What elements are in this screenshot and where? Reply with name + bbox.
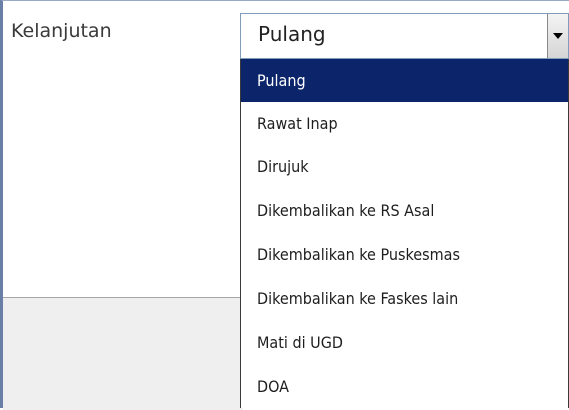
kelanjutan-label: Kelanjutan (11, 20, 112, 42)
option-dirujuk[interactable]: Dirujuk (241, 145, 568, 188)
option-dikembalikan-rs-asal[interactable]: Dikembalikan ke RS Asal (241, 189, 568, 232)
option-rawat-inap[interactable]: Rawat Inap (241, 102, 568, 145)
option-dikembalikan-faskes-lain[interactable]: Dikembalikan ke Faskes lain (241, 277, 568, 320)
dropdown-list: Pulang Rawat Inap Dirujuk Dikembalikan k… (240, 59, 569, 408)
kelanjutan-select[interactable]: Pulang (240, 13, 569, 59)
option-mati-di-ugd[interactable]: Mati di UGD (241, 321, 568, 364)
option-pulang[interactable]: Pulang (241, 59, 568, 102)
option-doa[interactable]: DOA (241, 365, 568, 408)
option-dikembalikan-puskesmas[interactable]: Dikembalikan ke Puskesmas (241, 233, 568, 276)
chevron-down-icon (553, 33, 563, 39)
bottom-panel (3, 297, 243, 410)
dropdown-arrow-button[interactable] (547, 14, 568, 58)
select-value: Pulang (258, 22, 326, 46)
